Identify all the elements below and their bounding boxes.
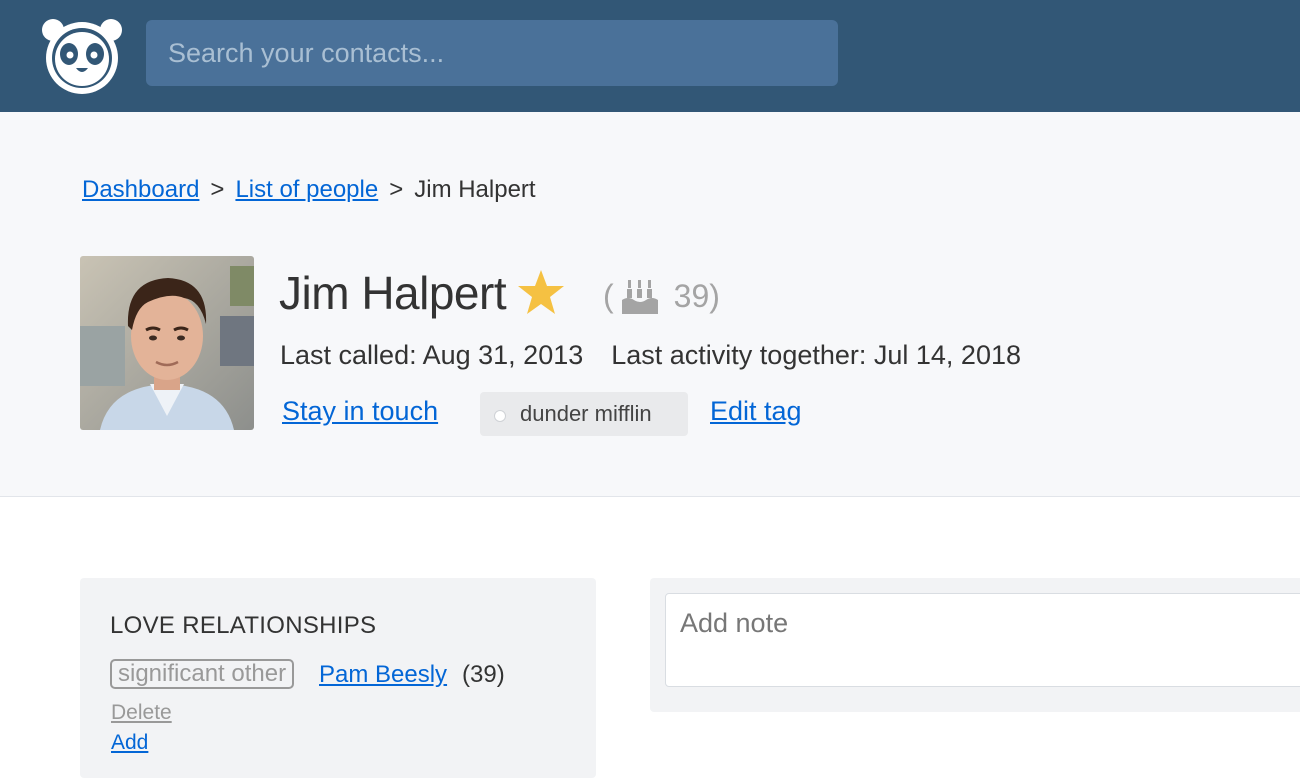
search-input[interactable] [146,20,838,86]
tag-dot-icon [494,410,506,422]
star-icon[interactable] [516,268,566,316]
breadcrumb-separator: > [210,176,225,203]
add-note-input[interactable] [665,593,1300,687]
age-display: ( 39) [603,278,720,315]
last-called: Last called: Aug 31, 2013 [280,340,584,370]
contact-name: Jim Halpert [279,267,507,319]
stay-in-touch-link[interactable]: Stay in touch [282,396,438,427]
avatar [80,256,254,430]
breadcrumb-dashboard-link[interactable]: Dashboard [82,176,199,203]
age-value: 39) [673,278,720,314]
last-activity: Last activity together: Jul 14, 2018 [611,340,1021,370]
birthday-cake-icon [621,279,658,314]
top-navigation-bar [0,0,1300,112]
tag-chip[interactable]: dunder mifflin [480,392,688,436]
tag-label: dunder mifflin [520,401,652,426]
panda-logo-icon[interactable] [40,16,124,94]
contact-meta: Last called: Aug 31, 2013 Last activity t… [280,340,1021,371]
edit-tag-link[interactable]: Edit tag [710,396,802,427]
relationship-type-badge: significant other [110,659,295,689]
breadcrumb: Dashboard > List of people > Jim Halpert [82,176,536,204]
relationships-title: LOVE RELATIONSHIPS [110,612,377,639]
breadcrumb-current: Jim Halpert [414,176,536,203]
breadcrumb-people-link[interactable]: List of people [235,176,378,203]
breadcrumb-separator: > [389,176,404,203]
age-prefix: ( [603,278,614,314]
relationship-age: (39) [462,661,505,688]
relationship-delete-link[interactable]: Delete [111,701,172,725]
relationship-add-link[interactable]: Add [111,731,148,755]
relationship-name-link[interactable]: Pam Beesly [319,661,447,689]
